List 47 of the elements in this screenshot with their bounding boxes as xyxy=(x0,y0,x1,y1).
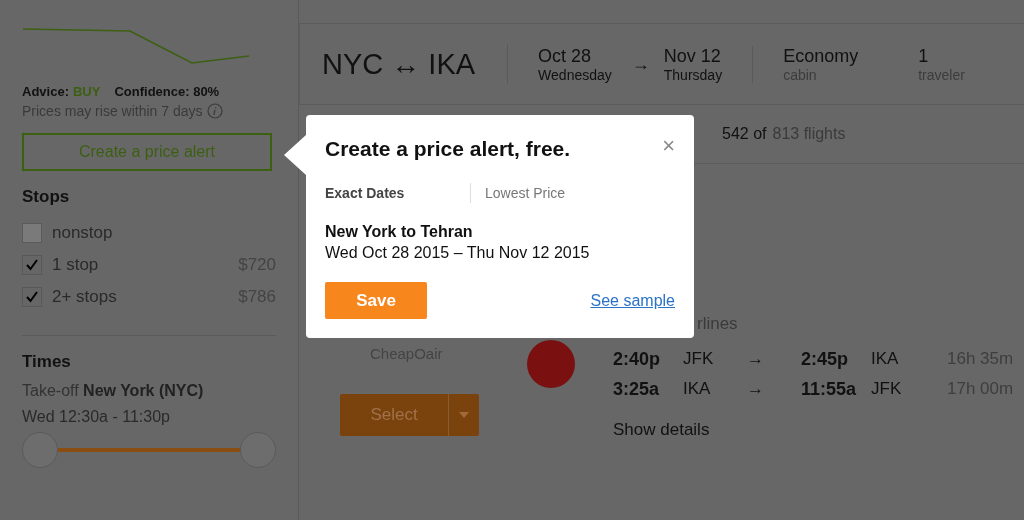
show-details-link[interactable]: Show details xyxy=(613,420,1014,440)
section-heading: Stops xyxy=(22,187,71,207)
advice-value: BUY xyxy=(72,84,101,99)
traveler-count: 1 xyxy=(918,45,930,67)
airline-logo-icon xyxy=(527,340,575,388)
arrive-time: 2:45p xyxy=(801,348,850,370)
dropdown-button[interactable] xyxy=(448,394,479,436)
results-shown: 542 of xyxy=(722,125,767,143)
close-button[interactable]: × xyxy=(662,137,675,155)
departure-date: Oct 28 xyxy=(538,45,593,67)
time-range: Wed 12:30a - 11:30p xyxy=(22,408,171,426)
save-button[interactable]: Save xyxy=(325,282,427,319)
checkbox[interactable] xyxy=(22,223,42,243)
caret-icon xyxy=(459,412,469,418)
arrow-text: → xyxy=(747,379,765,399)
return-day: Thursday xyxy=(663,66,723,83)
stop-label: 1 stop xyxy=(52,255,100,275)
return-date: Nov 12 xyxy=(663,45,722,67)
advice-label: Advice: xyxy=(22,84,69,99)
alert-dates: Wed Oct 28 2015 – Thu Nov 12 2015 xyxy=(325,244,591,262)
cabin-value: Economy xyxy=(783,45,859,67)
slider-handle[interactable] xyxy=(22,432,58,468)
arrive-airport: JFK xyxy=(871,379,903,399)
slider-handle[interactable] xyxy=(240,432,276,468)
alert-route: New York to Tehran xyxy=(325,223,474,241)
departure-day: Wednesday xyxy=(538,66,612,83)
depart-airport: IKA xyxy=(683,379,712,399)
arrive-airport: IKA xyxy=(871,349,900,369)
arrive-time: 11:55a xyxy=(801,378,858,400)
route-text: NYC ↔ IKA xyxy=(322,44,509,84)
alert-tab[interactable]: Lowest Price xyxy=(485,183,566,203)
popup-title: Create a price alert, free. xyxy=(325,137,571,161)
depart-time: 3:25a xyxy=(613,378,661,400)
arrow-text: → xyxy=(747,349,765,369)
see-sample-link[interactable]: See sample xyxy=(590,291,675,310)
stop-label: 2+ stops xyxy=(52,287,118,307)
stop-label: nonstop xyxy=(52,223,114,243)
section-heading: Times xyxy=(22,352,72,372)
alert-tab[interactable]: Exact Dates xyxy=(325,183,471,203)
checkbox[interactable] xyxy=(22,287,42,307)
select-button[interactable]: Select xyxy=(340,394,448,436)
info-icon xyxy=(206,103,223,119)
depart-airport: JFK xyxy=(683,349,715,369)
arrow-text: → xyxy=(631,53,650,75)
checkbox[interactable] xyxy=(22,255,42,275)
depart-time: 2:40p xyxy=(613,348,662,370)
confidence-text: Confidence: 80% xyxy=(114,84,220,99)
